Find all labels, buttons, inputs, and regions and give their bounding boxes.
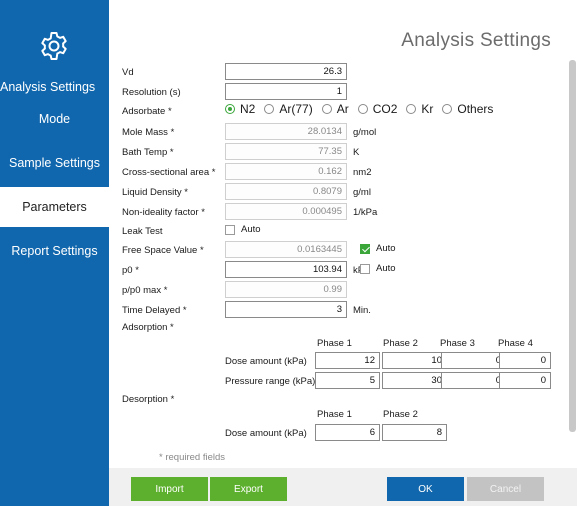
radio-dot [406, 104, 417, 114]
p0-input[interactable]: 103.94 [225, 261, 347, 278]
mole-mass-label: Mole Mass * [122, 127, 175, 138]
adsorption-phase-3-header: Phase 3 [440, 338, 475, 349]
non-ideality-field: 0.000495 [225, 203, 347, 220]
bath-temp-label: Bath Temp * [122, 147, 174, 158]
resolution-label: Resolution (s) [122, 87, 181, 98]
adsorbate-radio-group: N2 Ar(77) Ar CO2 Kr Others [225, 102, 502, 116]
radio-co2[interactable]: CO2 [357, 102, 397, 116]
vd-input[interactable]: 26.3 [225, 63, 347, 80]
adsorption-phase-2-header: Phase 2 [383, 338, 418, 349]
sidebar-item-parameters[interactable]: Parameters [0, 187, 109, 227]
free-space-field: 0.0163445 [225, 241, 347, 258]
p-p0-max-label: p/p0 max * [122, 285, 168, 296]
check-icon [360, 243, 370, 254]
desorption-dose-phase-2[interactable]: 8 [382, 424, 447, 441]
radio-ar77[interactable]: Ar(77) [264, 102, 313, 116]
checkbox-box [360, 263, 370, 274]
vd-label: Vd [122, 67, 134, 78]
bath-temp-field: 77.35 [225, 143, 347, 160]
adsorption-dose-phase-2[interactable]: 10 [382, 352, 447, 369]
radio-others[interactable]: Others [442, 102, 493, 116]
cross-section-label: Cross-sectional area * [122, 167, 216, 178]
sidebar-item-sample-settings[interactable]: Sample Settings [0, 143, 109, 183]
p-p0-max-field: 0.99 [225, 281, 347, 298]
sidebar: Analysis Settings Mode Sample Settings P… [0, 0, 109, 506]
scrollbar-thumb[interactable] [569, 60, 576, 432]
desorption-dose-label: Dose amount (kPa) [225, 428, 307, 439]
checkbox-box [225, 224, 235, 235]
adsorption-dose-phase-3[interactable]: 0 [441, 352, 506, 369]
non-ideality-label: Non-ideality factor * [122, 207, 205, 218]
radio-kr[interactable]: Kr [406, 102, 433, 116]
desorption-dose-phase-1[interactable]: 6 [315, 424, 380, 441]
desorption-label: Desorption * [122, 394, 175, 405]
p0-auto-checkbox[interactable]: Auto [360, 263, 396, 274]
cross-section-field: 0.162 [225, 163, 347, 180]
leak-test-label: Leak Test [122, 226, 163, 237]
radio-dot [357, 104, 368, 114]
liquid-density-field: 0.8079 [225, 183, 347, 200]
radio-ar[interactable]: Ar [321, 102, 349, 116]
radio-dot [321, 104, 332, 114]
vertical-scrollbar[interactable] [568, 60, 577, 432]
leak-test-auto-checkbox[interactable]: Auto [225, 224, 261, 235]
adsorption-pressure-phase-2[interactable]: 30 [382, 372, 447, 389]
ok-button[interactable]: OK [387, 477, 464, 501]
adsorption-pressure-phase-4[interactable]: 0 [499, 372, 551, 389]
adsorption-dose-label: Dose amount (kPa) [225, 356, 307, 367]
adsorption-dose-phase-1[interactable]: 12 [315, 352, 380, 369]
adsorption-pressure-phase-1[interactable]: 5 [315, 372, 380, 389]
adsorption-phase-4-header: Phase 4 [498, 338, 533, 349]
button-bar: Import Export OK Cancel [109, 468, 577, 506]
radio-n2[interactable]: N2 [225, 102, 255, 116]
import-button[interactable]: Import [131, 477, 208, 501]
p0-label: p0 * [122, 265, 139, 276]
adsorption-pressure-phase-3[interactable]: 0 [441, 372, 506, 389]
time-delayed-label: Time Delayed * [122, 305, 187, 316]
required-fields-note: * required fields [159, 452, 226, 463]
radio-dot [264, 104, 275, 114]
export-button[interactable]: Export [210, 477, 287, 501]
mole-mass-field: 28.0134 [225, 123, 347, 140]
page-title: Analysis Settings [401, 30, 551, 51]
radio-dot [225, 104, 235, 114]
free-space-auto-checkbox[interactable]: Auto [360, 243, 396, 254]
adsorbate-label: Adsorbate * [122, 106, 172, 117]
bath-temp-unit: K [353, 147, 360, 158]
mole-mass-unit: g/mol [353, 127, 377, 138]
desorption-phase-2-header: Phase 2 [383, 409, 418, 420]
main-panel: Analysis Settings Vd 26.3 Resolution (s)… [109, 0, 577, 506]
sidebar-item-report-settings[interactable]: Report Settings [0, 231, 109, 271]
liquid-density-label: Liquid Density * [122, 187, 189, 198]
time-delayed-unit: Min. [353, 305, 371, 316]
resolution-input[interactable]: 1 [225, 83, 347, 100]
sidebar-item-mode[interactable]: Mode [0, 99, 109, 139]
cross-section-unit: nm2 [353, 167, 372, 178]
liquid-density-unit: g/ml [353, 187, 371, 198]
adsorption-label: Adsorption * [122, 322, 174, 333]
time-delayed-input[interactable]: 3 [225, 301, 347, 318]
non-ideality-unit: 1/kPa [353, 207, 378, 218]
gear-icon [41, 32, 67, 60]
radio-dot [442, 104, 453, 114]
adsorption-phase-1-header: Phase 1 [317, 338, 352, 349]
desorption-phase-1-header: Phase 1 [317, 409, 352, 420]
free-space-label: Free Space Value * [122, 245, 204, 256]
cancel-button[interactable]: Cancel [467, 477, 544, 501]
adsorption-pressure-label: Pressure range (kPa) [225, 376, 316, 387]
adsorption-dose-phase-4[interactable]: 0 [499, 352, 551, 369]
